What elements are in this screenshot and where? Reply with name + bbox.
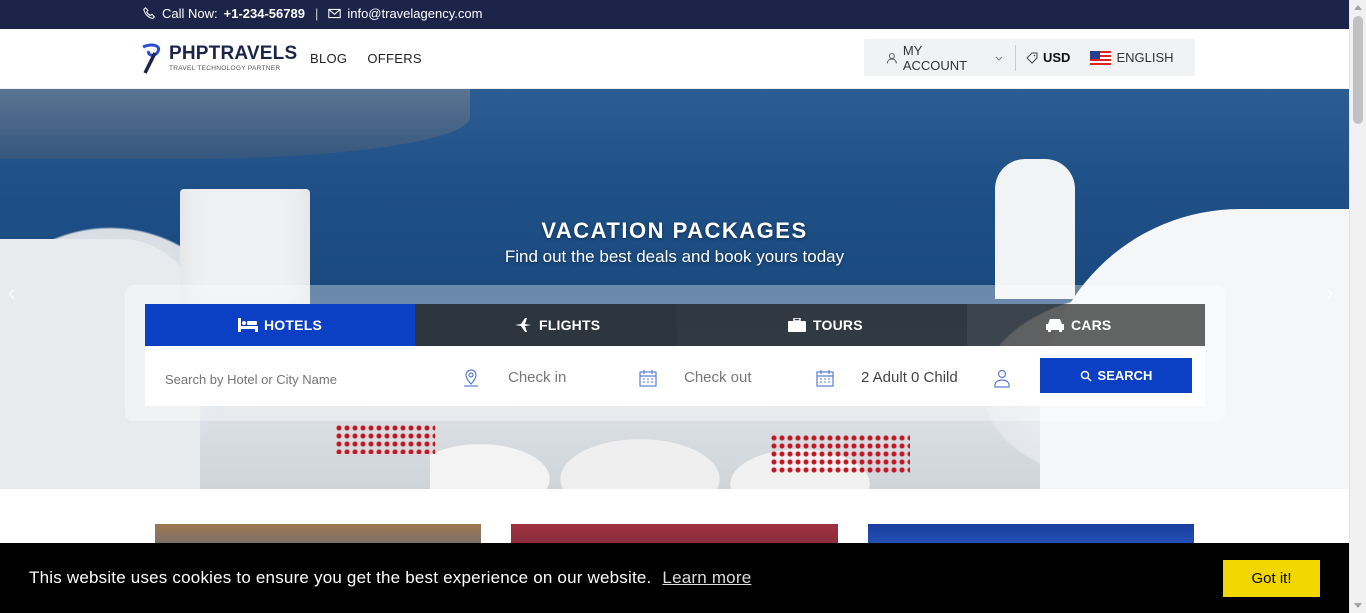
checkin-field[interactable]: Check in [508,369,566,386]
phone-icon [143,7,156,19]
cookie-message: This website uses cookies to ensure you … [29,568,652,587]
my-account-label: MY ACCOUNT [902,42,968,73]
scrollbar-thumb[interactable] [1353,16,1363,124]
logo-name: PHPTRAVELS [169,43,298,64]
language-label: ENGLISH [1116,50,1174,65]
logo-tagline: TRAVEL TECHNOLOGY PARTNER [169,65,281,72]
phone-number[interactable]: +1-234-56789 [224,6,305,21]
calendar-icon [639,370,657,387]
hero-flowers-right [770,434,910,474]
calendar-icon [816,370,834,387]
user-icon [994,369,1010,388]
header: PHPTRAVELS TRAVEL TECHNOLOGY PARTNER BLO… [0,29,1349,89]
tab-cars[interactable]: CARS [967,304,1205,346]
hotel-search-form: Check in Check out 2 Adult 0 Child SEARC… [145,346,1205,406]
bed-icon [238,318,258,332]
map-pin-icon [464,369,478,387]
nav-offers[interactable]: OFFERS [367,51,422,66]
mail-icon [328,8,342,19]
destination-input[interactable] [163,371,413,388]
currency-selector[interactable]: USD [1016,50,1080,65]
search-button-label: SEARCH [1097,368,1153,383]
nav-blog[interactable]: BLOG [310,51,347,66]
hero-cliff [0,89,470,159]
chevron-down-icon [995,56,1003,61]
guests-field[interactable]: 2 Adult 0 Child [861,369,958,386]
cookie-message-row: This website uses cookies to ensure you … [29,568,751,588]
search-tabs: HOTELS FLIGHTS TOURS CARS [145,304,1205,346]
call-label: Call Now: [162,6,218,21]
cookie-banner: This website uses cookies to ensure you … [0,543,1349,613]
hero-flowers [335,424,435,454]
car-icon [1046,319,1064,332]
hero-subtitle: Find out the best deals and book yours t… [504,247,845,266]
learn-more-link[interactable]: Learn more [662,568,751,587]
page-scrollbar[interactable] [1349,0,1366,613]
search-icon [1080,370,1092,382]
tag-icon [1026,52,1038,64]
main-nav: BLOG OFFERS [310,51,422,66]
account-bar: MY ACCOUNT USD ENGLISH [864,39,1195,76]
top-bar: Call Now: +1-234-56789 | info@travelagen… [0,0,1349,29]
slider-next-arrow[interactable]: › [1326,282,1342,304]
language-selector[interactable]: ENGLISH [1080,50,1183,65]
currency-label: USD [1043,50,1071,65]
topbar-separator: | [314,6,319,21]
slider-prev-arrow[interactable]: ‹ [8,282,24,304]
tab-cars-label: CARS [1071,317,1112,333]
user-icon [886,52,897,63]
scroll-up-arrow-icon[interactable] [1354,5,1362,10]
tab-flights-label: FLIGHTS [539,317,601,333]
logo-mark-icon [142,43,160,74]
logo[interactable]: PHPTRAVELS TRAVEL TECHNOLOGY PARTNER [139,41,297,77]
us-flag-icon [1090,50,1112,65]
tab-hotels-label: HOTELS [264,317,322,333]
tab-flights[interactable]: FLIGHTS [415,304,677,346]
checkout-field[interactable]: Check out [684,369,752,386]
email-link[interactable]: info@travelagency.com [347,6,482,21]
hero-title: VACATION PACKAGES [541,218,808,243]
tab-tours[interactable]: TOURS [677,304,967,346]
cookie-accept-button[interactable]: Got it! [1223,560,1320,597]
tab-tours-label: TOURS [813,317,863,333]
tab-hotels[interactable]: HOTELS [145,304,415,346]
plane-icon [515,318,531,332]
my-account-dropdown[interactable]: MY ACCOUNT [864,42,1016,73]
scroll-down-arrow-icon[interactable] [1354,603,1362,608]
search-button[interactable]: SEARCH [1040,358,1192,393]
suitcase-icon [788,318,806,332]
